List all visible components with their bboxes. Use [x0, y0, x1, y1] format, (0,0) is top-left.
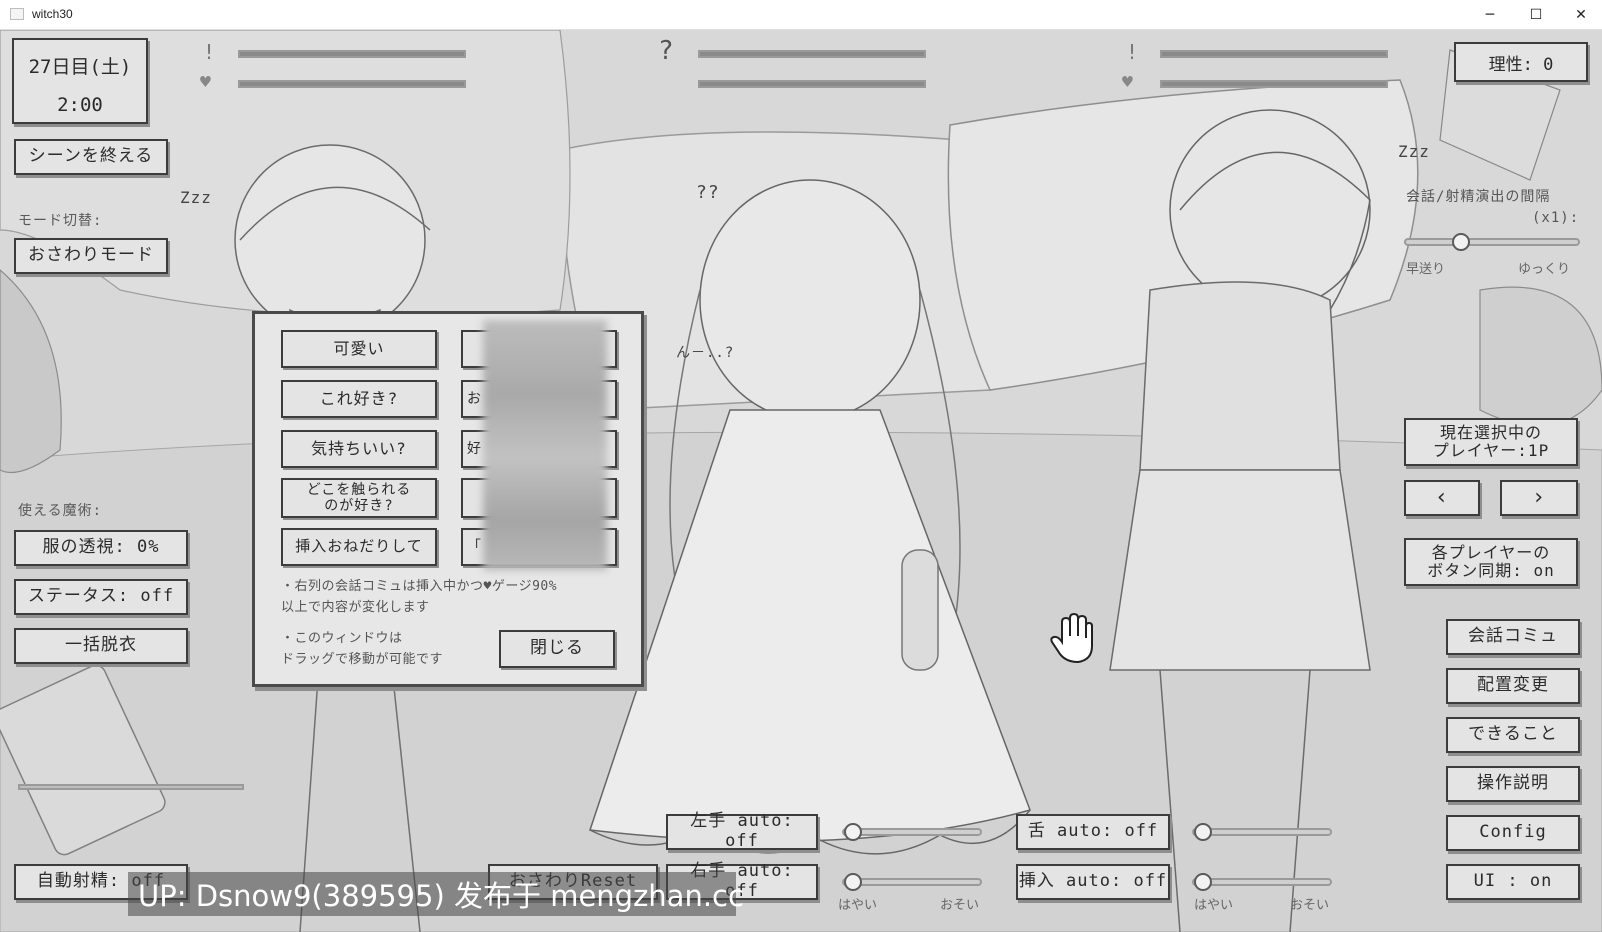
window-titlebar: witch30 ─ ☐ ✕: [0, 0, 1602, 30]
magic-label: 使える魔術:: [18, 503, 103, 519]
current-player-line2: プレイヤー:1P: [1432, 441, 1550, 460]
insert-auto-button[interactable]: 挿入 auto: off: [1016, 864, 1170, 900]
interval-slow-label: ゆっくり: [1518, 262, 1571, 277]
heroine-2-gauge-b: [698, 80, 926, 88]
talk-commu-button[interactable]: 会話コミュ: [1446, 619, 1580, 655]
end-scene-button[interactable]: シーンを終える: [14, 139, 168, 175]
see-through-button[interactable]: 服の透視: 0%: [14, 530, 188, 566]
sync-line2: ボタン同期: on: [1427, 561, 1555, 580]
current-player-panel: 現在選択中の プレイヤー:1P: [1404, 418, 1578, 466]
heart-icon: ♥: [200, 72, 212, 93]
sleep-zzz-left: Zzz: [180, 188, 212, 207]
interval-slider[interactable]: [1404, 233, 1580, 251]
alert-mark: !: [1126, 40, 1140, 64]
left-hand-speed-slider[interactable]: [842, 823, 982, 841]
game-canvas[interactable]: ! ♥ ? ! ♥ Zzz Zzz ?? ん－..? 27日目(土) 2:00 …: [0, 30, 1602, 932]
dialog-note-1b: 以上で内容が変化します: [281, 600, 430, 615]
prev-player-button[interactable]: ‹: [1404, 480, 1480, 516]
heart-icon: ♥: [1122, 72, 1134, 93]
dialog-note-1a: ・右列の会話コミュは挿入中かつ♥ゲージ90%: [281, 579, 558, 594]
heroine-1-gauge-b: [238, 80, 466, 88]
maximize-button[interactable]: ☐: [1513, 0, 1559, 30]
commu-option-feel-good[interactable]: 気持ちいい?: [281, 430, 437, 468]
tongue-auto-button[interactable]: 舌 auto: off: [1016, 814, 1170, 850]
hand-speed-slow-label: おそい: [940, 898, 980, 913]
slider-knob[interactable]: [844, 873, 862, 891]
mumble-text: ん－..?: [676, 345, 735, 361]
close-window-button[interactable]: ✕: [1558, 0, 1602, 30]
slider-knob[interactable]: [1194, 873, 1212, 891]
heroine-3-gauge-b: [1160, 80, 1388, 88]
controls-help-button[interactable]: 操作説明: [1446, 766, 1580, 802]
heroine-3-gauge-a: [1160, 50, 1388, 58]
reason-panel: 理性: 0: [1454, 42, 1588, 82]
dialog-note-2a: ・このウィンドウは: [281, 631, 403, 646]
commu-option-cute[interactable]: 可愛い: [281, 330, 437, 368]
heroine-1-gauge-a: [238, 50, 466, 58]
window-title: witch30: [32, 7, 73, 21]
rearrange-button[interactable]: 配置変更: [1446, 668, 1580, 704]
mode-switch-label: モード切替:: [18, 213, 103, 229]
undress-all-button[interactable]: 一括脱衣: [14, 628, 188, 664]
sync-line1: 各プレイヤーの: [1431, 542, 1551, 562]
talk-commu-dialog[interactable]: 可愛い これ好き? 気持ちいい? どこを触られる のが好き? 挿入おねだりして …: [252, 311, 644, 687]
actions-button[interactable]: できること: [1446, 717, 1580, 753]
tongue-speed-slider[interactable]: [1192, 823, 1332, 841]
hand-cursor-icon: [1050, 612, 1093, 664]
config-button[interactable]: Config: [1446, 815, 1580, 851]
minimize-button[interactable]: ─: [1467, 0, 1513, 30]
status-toggle-button[interactable]: ステータス: off: [14, 579, 188, 615]
interval-fast-label: 早送り: [1406, 262, 1446, 277]
sync-buttons-toggle[interactable]: 各プレイヤーの ボタン同期: on: [1404, 538, 1578, 586]
commu-option-where-touch[interactable]: どこを触られる のが好き?: [281, 478, 437, 518]
insert-speed-slider[interactable]: [1192, 873, 1332, 891]
dialog-close-button[interactable]: 閉じる: [499, 630, 615, 668]
confused-marks: ??: [696, 182, 720, 203]
interval-label: 会話/射精演出の間隔: [1406, 189, 1551, 205]
commu-option-like-this[interactable]: これ好き?: [281, 380, 437, 418]
left-hand-auto-button[interactable]: 左手 auto: off: [666, 812, 818, 851]
question-mark: ?: [658, 36, 675, 66]
current-player-line1: 現在選択中の: [1439, 422, 1542, 442]
hand-speed-fast-label: はやい: [838, 898, 878, 913]
day-label: 27日目(土): [28, 56, 132, 78]
alert-mark: !: [203, 40, 217, 64]
dialog-note-2b: ドラッグで移動が可能です: [281, 652, 444, 667]
insert-speed-fast-label: はやい: [1194, 898, 1234, 913]
ui-toggle-button[interactable]: UI : on: [1446, 864, 1580, 900]
slider-knob[interactable]: [844, 823, 862, 841]
watermark-overlay: UP: Dsnow9(389595) 发布于 mengzhan.cc: [128, 872, 744, 916]
slider-knob[interactable]: [1194, 823, 1212, 841]
insert-speed-slow-label: おそい: [1290, 898, 1330, 913]
commu-option-beg-insert[interactable]: 挿入おねだりして: [281, 528, 437, 566]
sleep-zzz-right: Zzz: [1398, 142, 1430, 161]
scene-illustration: [0, 30, 1602, 932]
right-hand-speed-slider[interactable]: [842, 873, 982, 891]
dialog-note-1: ・右列の会話コミュは挿入中かつ♥ゲージ90% 以上で内容が変化します: [281, 576, 557, 618]
date-time-panel: 27日目(土) 2:00: [12, 38, 148, 124]
interval-multiplier: (x1):: [1532, 210, 1580, 226]
censor-blur: [483, 320, 607, 570]
app-icon: [10, 8, 24, 20]
dialog-note-2: ・このウィンドウは ドラッグで移動が可能です: [281, 628, 443, 670]
ejac-gauge: [18, 784, 244, 790]
next-player-button[interactable]: ›: [1500, 480, 1578, 516]
time-label: 2:00: [57, 94, 103, 116]
heroine-2-gauge-a: [698, 50, 926, 58]
mode-switch-button[interactable]: おさわりモード: [14, 238, 168, 274]
